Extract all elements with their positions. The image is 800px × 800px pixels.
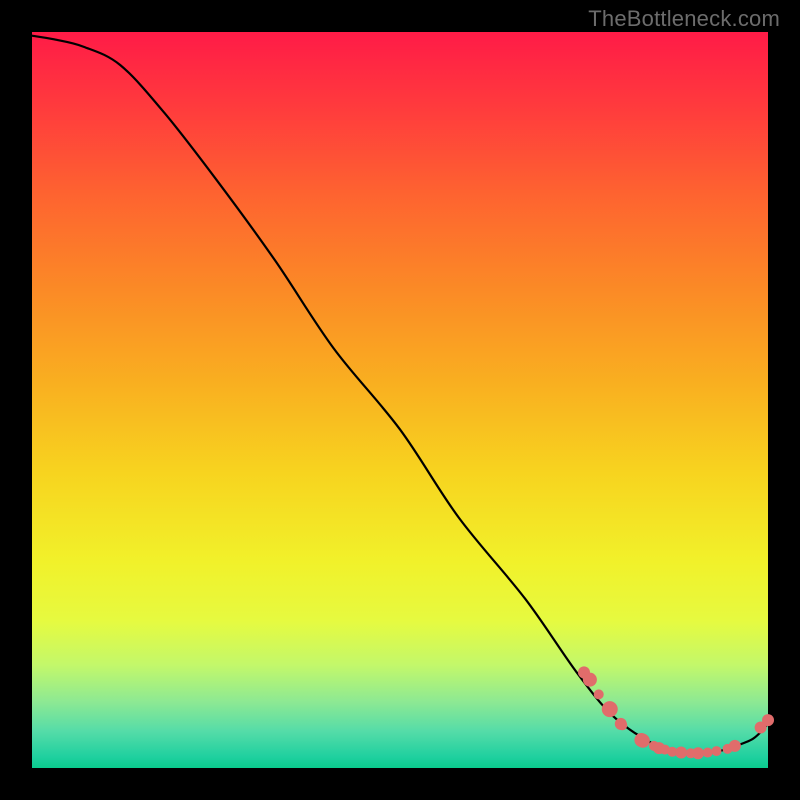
chart-stage: TheBottleneck.com [0,0,800,800]
highlight-dot [675,747,687,759]
highlight-dot [583,673,597,687]
highlight-dot [617,720,627,730]
highlight-dot [711,746,721,756]
highlight-dot [692,747,704,759]
highlight-dot [729,740,741,752]
watermark-text: TheBottleneck.com [588,6,780,32]
highlight-dot [762,714,774,726]
highlight-dot [594,689,604,699]
highlight-dot [703,748,713,758]
plot-area [32,32,768,768]
bottleneck-chart [0,0,800,800]
highlight-dot [636,734,650,748]
highlight-dot [602,701,618,717]
